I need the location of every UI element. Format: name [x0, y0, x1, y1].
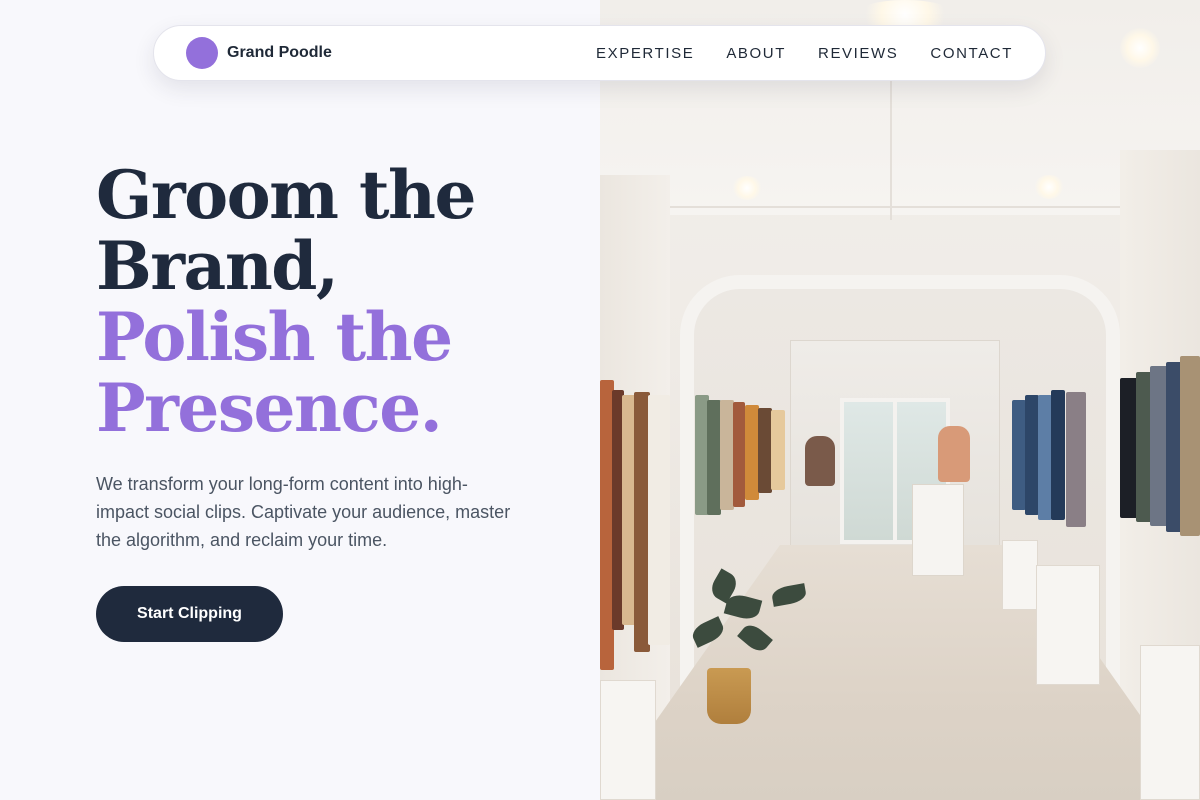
counter — [912, 484, 964, 576]
hero-title-line-2: Brand, — [96, 227, 339, 305]
hero-accent-line-1: Polish the — [96, 298, 453, 376]
ceiling-edge — [600, 206, 1200, 208]
garment — [1051, 390, 1065, 520]
display-cabinet — [1140, 645, 1200, 800]
display-cabinet — [600, 680, 656, 800]
nav-link-reviews[interactable]: REVIEWS — [818, 45, 898, 62]
store-interior-image — [600, 0, 1200, 800]
garment — [758, 408, 772, 493]
garment — [720, 400, 734, 510]
top-navbar: Grand Poodle EXPERTISE ABOUT REVIEWS CON… — [153, 25, 1046, 81]
garment — [1066, 392, 1086, 527]
garment — [648, 395, 670, 645]
nav-link-about[interactable]: ABOUT — [726, 45, 786, 62]
display-cabinet — [1036, 565, 1100, 685]
hero-accent-line-2: Presence. — [96, 369, 443, 447]
garment — [771, 410, 785, 490]
hero-subtitle: We transform your long-form content into… — [96, 474, 511, 550]
ceiling-light — [732, 176, 762, 200]
garment — [1012, 400, 1026, 510]
logo-circle-icon — [186, 37, 218, 69]
nav-link-expertise[interactable]: EXPERTISE — [596, 45, 694, 62]
mannequin — [938, 426, 970, 482]
plant-pot — [707, 668, 751, 724]
garment — [1180, 356, 1200, 536]
brand-name: Grand Poodle — [227, 44, 332, 61]
garment — [1038, 395, 1052, 520]
garment — [745, 405, 759, 500]
start-clipping-button[interactable]: Start Clipping — [96, 586, 283, 642]
hero-title-line-1: Groom the — [96, 156, 476, 234]
nav-link-contact[interactable]: CONTACT — [930, 45, 1013, 62]
garment — [733, 402, 745, 507]
nav-links: EXPERTISE ABOUT REVIEWS CONTACT — [596, 45, 1013, 62]
display-cabinet — [1002, 540, 1038, 610]
mannequin — [805, 436, 835, 486]
ceiling-light — [1034, 175, 1064, 199]
brand[interactable]: Grand Poodle — [186, 37, 332, 69]
garment — [707, 400, 721, 515]
garment — [1025, 395, 1039, 515]
door-frame — [893, 398, 897, 544]
ceiling-light — [1120, 28, 1160, 68]
hero-title: Groom the Brand, Polish the Presence. — [96, 160, 576, 444]
